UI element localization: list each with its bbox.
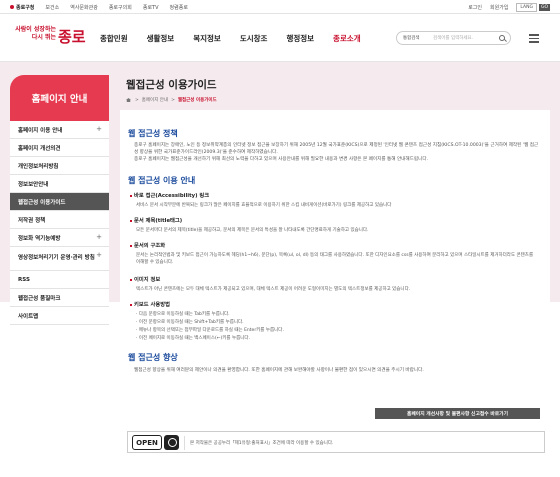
kogl-attribution-icon (164, 435, 179, 450)
keyboard-item: · 메뉴나 항목의 선택또는 첨부파일 다운로드를 하실 때는 Enter키를 … (136, 328, 284, 333)
nav-welfare-info[interactable]: 복지정보 (193, 33, 221, 44)
account-links: 로그인 회원가입 LANG GO (460, 0, 550, 14)
policy-heading: 웹 접근성 정책 (128, 129, 178, 138)
search-input[interactable]: 통합검색 검색어를 입력하세요. (396, 31, 511, 45)
utility-bar: 종로구청 보건소 역사문화관광 종로구의회 종로TV 청렴종로 로그인 회원가입… (0, 0, 560, 14)
login-link[interactable]: 로그인 (468, 4, 482, 11)
section-keyboard-title: 키보드 사용방법 (130, 300, 170, 308)
section-image-text: 텍스트가 아닌 콘텐츠에는 모두 대체 텍스트가 제공되고 있으며, 대체 텍스… (136, 287, 411, 292)
sidebar-item-usage-guide[interactable]: 홈페이지 이용 안내 + (10, 121, 109, 139)
nav-admin-info[interactable]: 행정정보 (286, 33, 314, 44)
sidebar: 홈페이지 이용 안내 + 홈페이지 개선의견 개인정보처리방침 정보보안안내 웹접… (10, 121, 109, 325)
site-logo[interactable]: 사람이 성장하는 다시 뛰는 종로 (12, 24, 92, 52)
section-structure-text: 문서는 논리적인법과 및 키보드 접근이 가능하도록 헤딩(h1~h6), 문단… (136, 253, 534, 265)
search-scope[interactable]: 통합검색 (403, 35, 420, 41)
guide-heading: 웹 접근성 이용 안내 (128, 176, 196, 185)
logo-slogan: 사람이 성장하는 다시 뛰는 (15, 26, 56, 41)
nav-about[interactable]: 종로소개 (333, 33, 361, 44)
search-icon[interactable] (499, 35, 505, 41)
sidebar-item-feedback[interactable]: 홈페이지 개선의견 (10, 139, 109, 157)
expand-icon[interactable]: + (96, 233, 102, 241)
section-image-title: 이미지 정보 (130, 275, 160, 283)
report-feedback-button[interactable]: 홈페이지 개선사항 및 불편사항 신고접수 바로가기 (375, 408, 540, 419)
section-doc-title-text: 모든 문서마다 문서의 제목(title)을 제공하고, 문서의 제목은 문서의… (136, 228, 369, 233)
search-placeholder: 검색어를 입력하세요. (433, 36, 474, 41)
home-icon[interactable] (126, 98, 131, 102)
breadcrumb-parent[interactable]: 홈페이지 안내 (142, 97, 168, 103)
sidebar-item-privacy[interactable]: 개인정보처리방침 (10, 157, 109, 175)
kogl-license-text: 본 저작물은 공공누리「제1유형:출처표시」조건에 따라 이용할 수 있습니다. (190, 441, 334, 446)
kogl-license-box: OPEN 본 저작물은 공공누리「제1유형:출처표시」조건에 따라 이용할 수 … (127, 431, 545, 453)
sidebar-item-security[interactable]: 정보보안안내 (10, 175, 109, 193)
nav-life-info[interactable]: 생활정보 (147, 33, 175, 44)
nav-civil-service[interactable]: 종합민원 (100, 33, 128, 44)
sidebar-item-accessibility[interactable]: 웹접근성 이용가이드 (10, 193, 109, 211)
link-health-center[interactable]: 보건소 (45, 4, 59, 11)
improve-text: 웹접근성 향상을 위해 여러분의 제안이나 의견을 환영합니다. 또한 홈페이지… (134, 368, 424, 373)
join-link[interactable]: 회원가입 (490, 4, 508, 11)
sidebar-item-quality-mark[interactable]: 웹접근성 품질마크 (10, 289, 109, 307)
sidebar-item-dysfunction[interactable]: 정보화 역기능예방 + (10, 229, 109, 247)
breadcrumb-current: 웹접근성 이용가이드 (177, 98, 217, 103)
sidebar-title: 홈페이지 안내 (10, 75, 109, 121)
link-jongno-office[interactable]: 종로구청 (10, 4, 34, 11)
keyboard-item: · 다음 문항으로 이동하실 때는 Tab키를 누릅니다. (136, 312, 230, 317)
utility-links: 종로구청 보건소 역사문화관광 종로구의회 종로TV 청렴종로 (10, 0, 199, 14)
policy-text-1: 종로구 홈페이지는 장애인, 노인 등 정보취약계층의 인터넷 정보 접근을 보… (134, 143, 539, 155)
lang-go-button[interactable]: GO (538, 3, 550, 11)
sidebar-item-copyright[interactable]: 저작권 정책 (10, 211, 109, 229)
link-culture-tour[interactable]: 역사문화관광 (70, 4, 98, 11)
section-skip-link-title: 바로 접근(Accessibility) 링크 (130, 191, 209, 199)
keyboard-item: · 이전 페이지로 이동하실 때는 백스페이스(←)키를 누릅니다. (136, 336, 250, 341)
hamburger-menu-icon[interactable] (520, 32, 548, 44)
improve-heading: 웹 접근성 향상 (128, 353, 178, 362)
sidebar-item-rss[interactable]: RSS (10, 271, 109, 289)
section-doc-title-title: 문서 제목(title태그) (130, 216, 182, 224)
link-integrity[interactable]: 청렴종로 (170, 4, 188, 11)
sidebar-item-cctv[interactable]: 영상정보처리기기 운영·관리 방침 + (10, 247, 109, 271)
expand-icon[interactable]: + (96, 125, 102, 133)
lang-select[interactable]: LANG (516, 2, 537, 12)
link-jongno-tv[interactable]: 종로TV (143, 4, 159, 11)
logo-name: 종로 (58, 28, 86, 46)
keyboard-item: · 이전 문항으로 이동하실 때는 Shift+Tab키를 누릅니다. (136, 320, 244, 325)
nav-urban[interactable]: 도시창조 (240, 33, 268, 44)
site-header: 사람이 성장하는 다시 뛰는 종로 종합민원 생활정보 복지정보 도시창조 행정… (0, 14, 560, 62)
article: 웹 접근성 정책 종로구 홈페이지는 장애인, 노인 등 정보취약계층의 인터넷… (120, 110, 550, 477)
section-skip-link-text: 서비스 문서 시작부분에 반복되는 링크가 많은 페이지를 효율적으로 이용하기… (136, 203, 392, 208)
page-title: 웹접근성 이용가이드 (126, 79, 217, 91)
breadcrumb: > 홈페이지 안내 > 웹접근성 이용가이드 (126, 97, 220, 103)
section-structure-title: 문서의 구조화 (130, 241, 165, 249)
main-nav: 종합민원 생활정보 복지정보 도시창조 행정정보 종로소개 (100, 14, 380, 62)
expand-icon[interactable]: + (96, 251, 102, 259)
sidebar-item-sitemap[interactable]: 사이트맵 (10, 307, 109, 325)
kogl-open-logo: OPEN (132, 435, 162, 450)
link-council[interactable]: 종로구의회 (109, 4, 132, 11)
policy-text-2: 종로구 홈페이지는 웹접근성을 개선하기 위해 최선의 노력을 다하고 있으며 … (134, 157, 429, 162)
